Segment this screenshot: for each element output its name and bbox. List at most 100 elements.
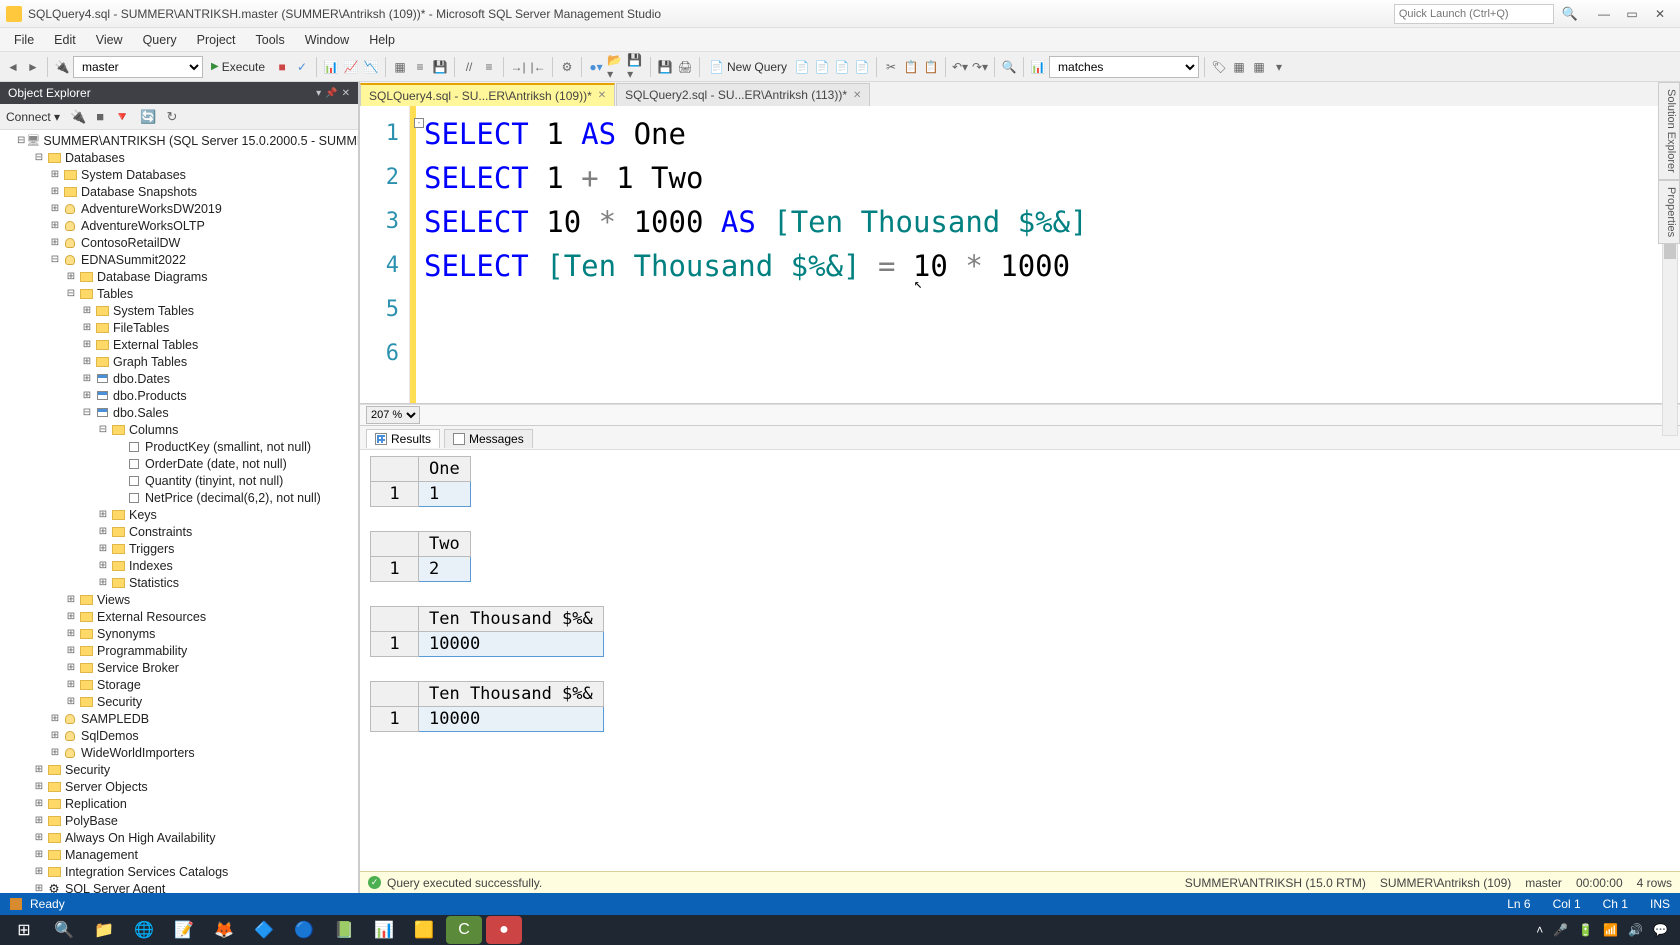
object-explorer-tree[interactable]: ⊟🖥SUMMER\ANTRIKSH (SQL Server 15.0.2000.… — [0, 130, 358, 893]
tree-polybase[interactable]: ⊞PolyBase — [0, 812, 358, 829]
tree-col-orderdate[interactable]: OrderDate (date, not null) — [0, 455, 358, 472]
actual-plan-icon[interactable]: 📈 — [342, 58, 360, 76]
tray-wifi-icon[interactable]: 📶 — [1603, 923, 1618, 937]
code-area[interactable]: - SELECT 1 AS One SELECT 1 + 1 Two SELEC… — [416, 106, 1680, 403]
result-cell[interactable]: 10000 — [419, 707, 604, 732]
pin-icon[interactable]: ▾ — [316, 88, 321, 99]
menu-view[interactable]: View — [86, 30, 133, 50]
tray-battery-icon[interactable]: 🔋 — [1578, 923, 1593, 937]
tree-dbo-dates[interactable]: ⊞dbo.Dates — [0, 370, 358, 387]
filter-icon[interactable]: 🔻 — [114, 109, 130, 125]
forward-icon[interactable]: ► — [24, 58, 42, 76]
tree-views[interactable]: ⊞Views — [0, 591, 358, 608]
outdent-icon[interactable]: |← — [529, 58, 547, 76]
taskbar-chrome-icon[interactable]: 🔵 — [286, 916, 322, 944]
results-grid-icon[interactable]: ▦ — [391, 58, 409, 76]
taskbar-firefox-icon[interactable]: 🦊 — [206, 916, 242, 944]
tray-notifications-icon[interactable]: 💬 — [1653, 923, 1668, 937]
start-button[interactable]: ⊞ — [6, 916, 42, 944]
menu-query[interactable]: Query — [133, 30, 187, 50]
matches-select[interactable]: matches — [1049, 56, 1199, 78]
autohide-icon[interactable]: 📌 — [325, 88, 337, 99]
tree-security[interactable]: ⊞Security — [0, 761, 358, 778]
tree-graph-tables[interactable]: ⊞Graph Tables — [0, 353, 358, 370]
execute-button[interactable]: Execute — [205, 56, 271, 78]
taskbar-app1-icon[interactable]: 🟨 — [406, 916, 442, 944]
database-select[interactable]: master — [73, 56, 203, 78]
taskbar-powerbi-icon[interactable]: 📊 — [366, 916, 402, 944]
connect-button[interactable]: Connect ▾ — [6, 110, 60, 124]
tree-adventureworksdw2019[interactable]: ⊞AdventureWorksDW2019 — [0, 200, 358, 217]
tree-dbo-products[interactable]: ⊞dbo.Products — [0, 387, 358, 404]
tree-indexes[interactable]: ⊞Indexes — [0, 557, 358, 574]
uncomment-icon[interactable]: ≡ — [480, 58, 498, 76]
result-header[interactable]: Ten Thousand $%& — [419, 682, 604, 707]
parse-icon[interactable]: ✓ — [293, 58, 311, 76]
taskbar-explorer-icon[interactable]: 📁 — [86, 916, 122, 944]
tree-system-databases[interactable]: ⊞System Databases — [0, 166, 358, 183]
menu-file[interactable]: File — [4, 30, 44, 50]
activity-icon[interactable]: 📊 — [1029, 58, 1047, 76]
tab-sqlquery2[interactable]: SQLQuery2.sql - SU...ER\Antriksh (113))*… — [616, 83, 870, 106]
solution-explorer-collapsed[interactable]: Solution Explorer — [1658, 82, 1680, 180]
plan-icon[interactable]: 📊 — [322, 58, 340, 76]
tree-always-on[interactable]: ⊞Always On High Availability — [0, 829, 358, 846]
taskbar-camtasia-icon[interactable]: C — [446, 916, 482, 944]
tree-col-netprice[interactable]: NetPrice (decimal(6,2), not null) — [0, 489, 358, 506]
close-pane-icon[interactable]: ✕ — [342, 88, 350, 99]
fold-icon[interactable]: - — [414, 118, 424, 128]
tree-statistics[interactable]: ⊞Statistics — [0, 574, 358, 591]
tree-service-broker[interactable]: ⊞Service Broker — [0, 659, 358, 676]
tree-databases[interactable]: ⊟Databases — [0, 149, 358, 166]
tree-server-root[interactable]: ⊟🖥SUMMER\ANTRIKSH (SQL Server 15.0.2000.… — [0, 132, 358, 149]
tree-tables[interactable]: ⊟Tables — [0, 285, 358, 302]
zoom-select[interactable]: 207 % — [366, 406, 420, 424]
search-icon[interactable]: 🔍 — [1562, 6, 1578, 22]
new-query-button[interactable]: New Query — [705, 56, 791, 78]
tree-integration-services[interactable]: ⊞Integration Services Catalogs — [0, 863, 358, 880]
nq1-icon[interactable]: 📄 — [793, 58, 811, 76]
nq2-icon[interactable]: 📄 — [813, 58, 831, 76]
maximize-button[interactable]: ▭ — [1618, 3, 1646, 25]
indent-icon[interactable]: →| — [509, 58, 527, 76]
save-all-icon[interactable]: 💾 — [656, 58, 674, 76]
tree-system-tables[interactable]: ⊞System Tables — [0, 302, 358, 319]
tree-programmability[interactable]: ⊞Programmability — [0, 642, 358, 659]
result-header[interactable]: One — [419, 457, 471, 482]
stop-icon[interactable]: ■ — [273, 58, 291, 76]
nq4-icon[interactable]: 📄 — [853, 58, 871, 76]
menu-tools[interactable]: Tools — [246, 30, 295, 50]
tree-dbo-sales[interactable]: ⊟dbo.Sales — [0, 404, 358, 421]
cut-icon[interactable]: ✂ — [882, 58, 900, 76]
tree-sql-server-agent[interactable]: ⊞⚙SQL Server Agent — [0, 880, 358, 893]
save-icon[interactable]: 💾▾ — [627, 58, 645, 76]
tb-misc3-icon[interactable]: ▦ — [1250, 58, 1268, 76]
messages-tab[interactable]: Messages — [444, 429, 533, 448]
tree-external-tables[interactable]: ⊞External Tables — [0, 336, 358, 353]
paste-icon[interactable]: 📋 — [922, 58, 940, 76]
undo-icon[interactable]: ↶▾ — [951, 58, 969, 76]
tree-constraints[interactable]: ⊞Constraints — [0, 523, 358, 540]
tb-misc4-icon[interactable]: ▾ — [1270, 58, 1288, 76]
nq3-icon[interactable]: 📄 — [833, 58, 851, 76]
row-number[interactable]: 1 — [371, 707, 419, 732]
code-editor[interactable]: 123456 - SELECT 1 AS One SELECT 1 + 1 Tw… — [360, 106, 1680, 404]
results-tab[interactable]: Results — [366, 429, 440, 448]
tree-filetables[interactable]: ⊞FileTables — [0, 319, 358, 336]
properties-collapsed[interactable]: Properties — [1658, 180, 1680, 244]
taskbar-recorder-icon[interactable]: ● — [486, 916, 522, 944]
tree-contosoretaildw[interactable]: ⊞ContosoRetailDW — [0, 234, 358, 251]
comment-icon[interactable]: // — [460, 58, 478, 76]
tree-sampledb[interactable]: ⊞SAMPLEDB — [0, 710, 358, 727]
menu-project[interactable]: Project — [187, 30, 246, 50]
tree-adventureworksoltp[interactable]: ⊞AdventureWorksOLTP — [0, 217, 358, 234]
tree-external-resources[interactable]: ⊞External Resources — [0, 608, 358, 625]
tree-columns[interactable]: ⊟Columns — [0, 421, 358, 438]
tree-triggers[interactable]: ⊞Triggers — [0, 540, 358, 557]
find-icon[interactable]: 🔍 — [1000, 58, 1018, 76]
tree-management[interactable]: ⊞Management — [0, 846, 358, 863]
minimize-button[interactable]: — — [1590, 3, 1618, 25]
tree-ednasummit2022[interactable]: ⊟EDNASummit2022 — [0, 251, 358, 268]
menu-help[interactable]: Help — [359, 30, 405, 50]
result-cell[interactable]: 2 — [419, 557, 471, 582]
